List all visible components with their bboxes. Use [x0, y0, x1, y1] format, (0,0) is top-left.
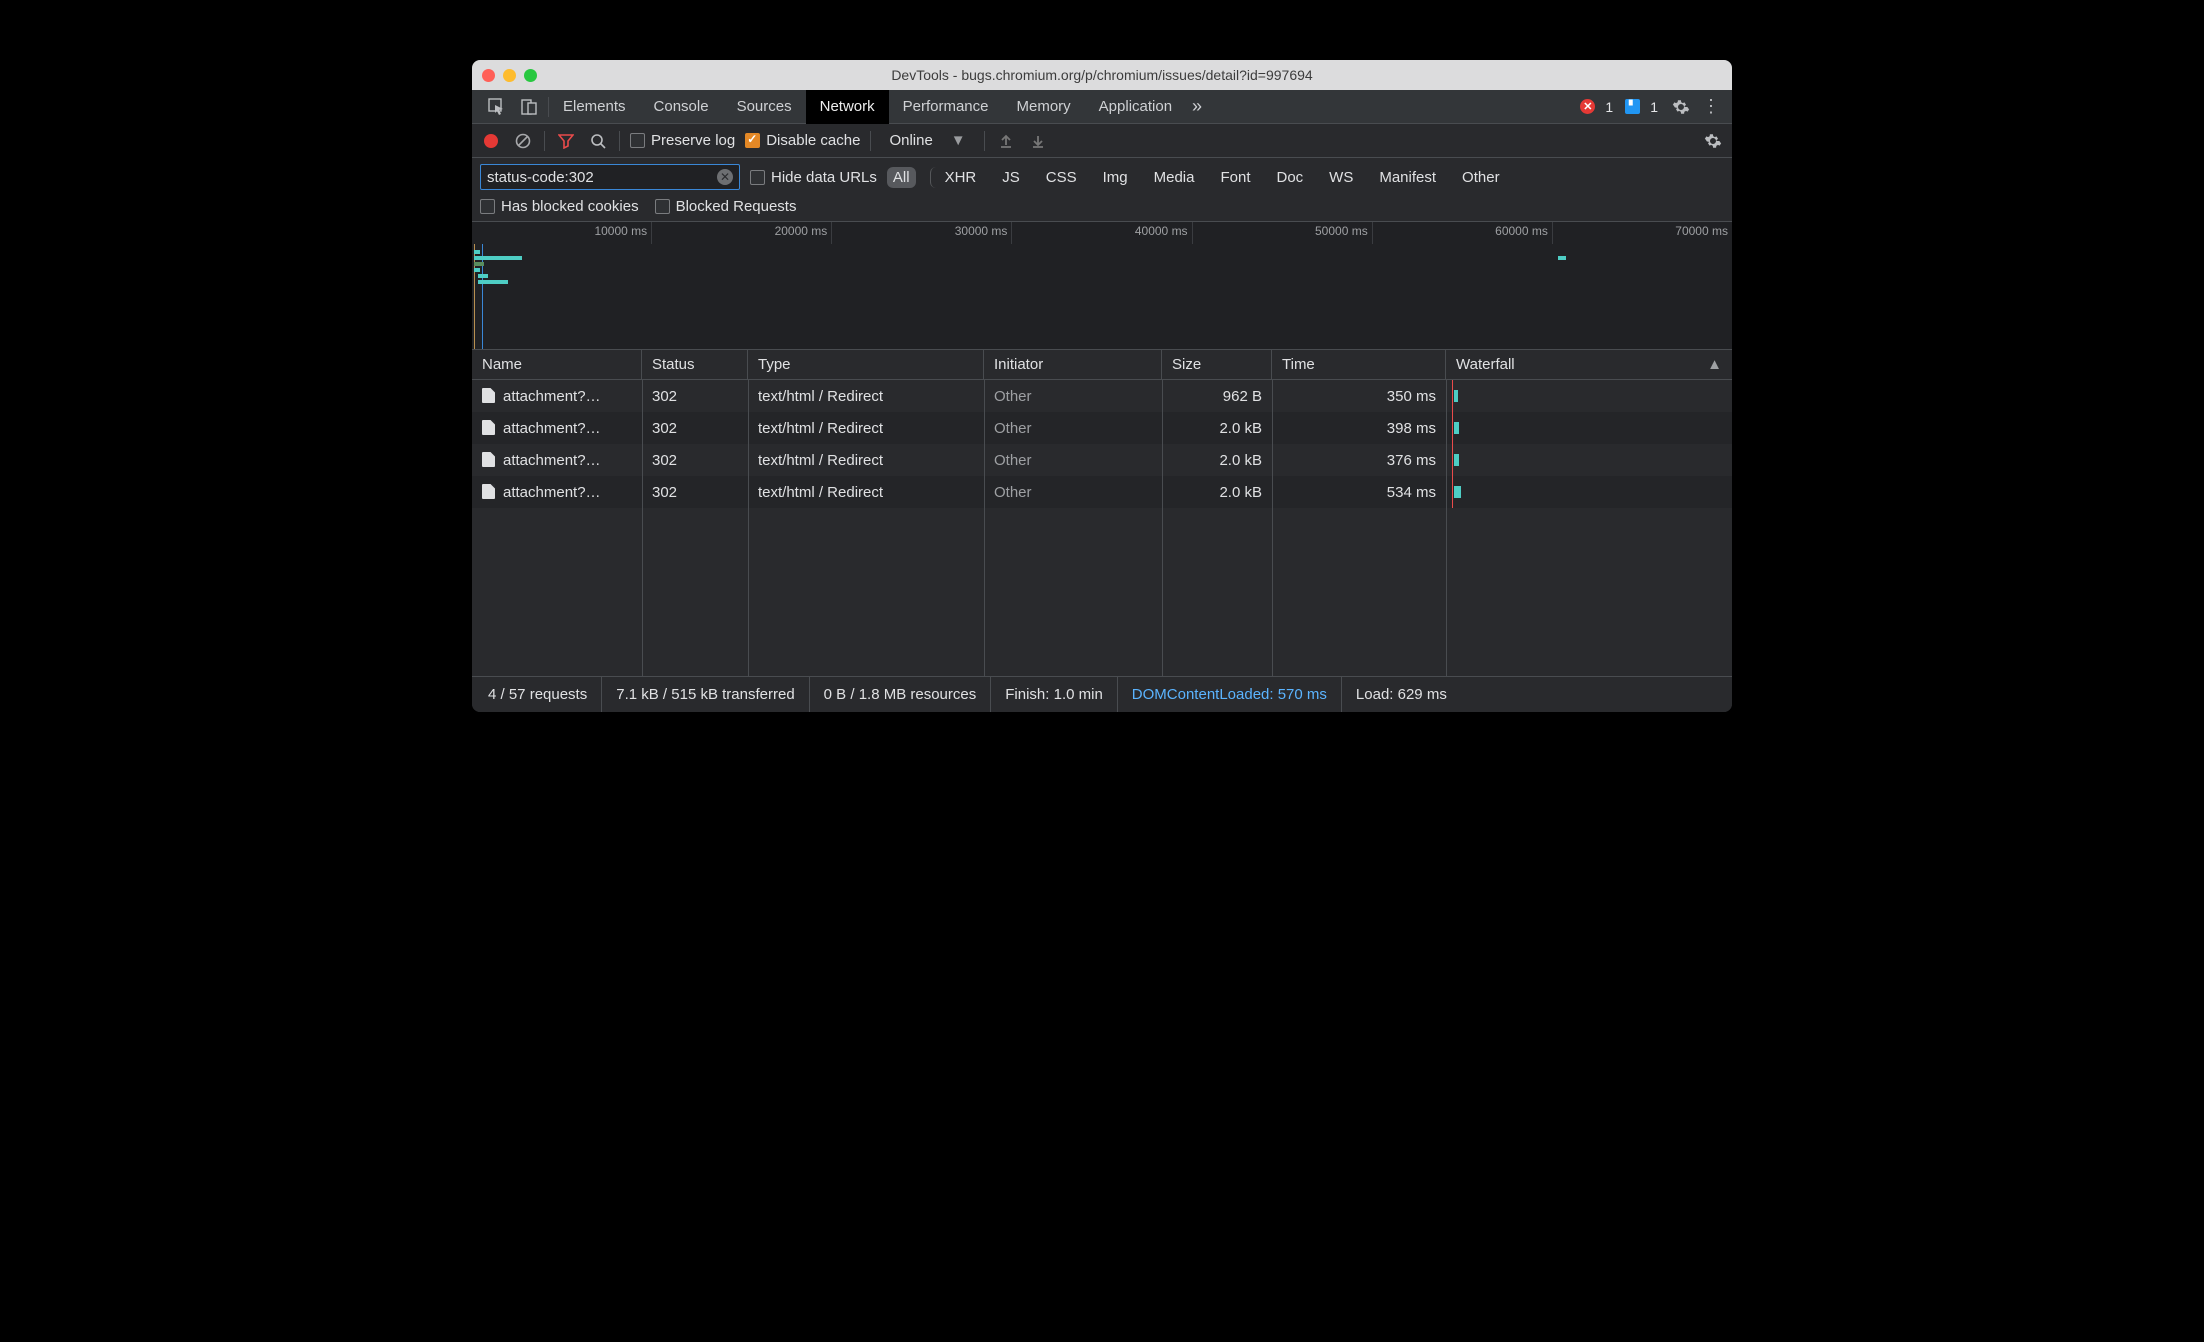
type-filter-media[interactable]: Media	[1148, 167, 1201, 188]
status-resources: 0 B / 1.8 MB resources	[810, 677, 992, 712]
col-header-size[interactable]: Size	[1162, 350, 1272, 379]
table-row[interactable]: attachment?… 302 text/html / Redirect Ot…	[472, 476, 1732, 508]
status-requests: 4 / 57 requests	[484, 677, 602, 712]
type-filter-js[interactable]: JS	[996, 167, 1026, 188]
separator	[544, 131, 545, 151]
message-count: 1	[1650, 99, 1658, 115]
tab-sources[interactable]: Sources	[723, 90, 806, 124]
preserve-log-checkbox[interactable]: Preserve log	[630, 132, 735, 149]
record-button[interactable]	[480, 130, 502, 152]
tab-elements[interactable]: Elements	[549, 90, 640, 124]
settings-gear-icon[interactable]	[1670, 96, 1692, 118]
type-filter-ws[interactable]: WS	[1323, 167, 1359, 188]
sort-indicator-icon: ▲	[1707, 356, 1722, 373]
network-settings-gear-icon[interactable]	[1702, 130, 1724, 152]
main-tabbar: Elements Console Sources Network Perform…	[472, 90, 1732, 124]
document-icon	[482, 484, 495, 499]
clear-filter-icon[interactable]: ✕	[717, 169, 733, 185]
document-icon	[482, 420, 495, 435]
devtools-window: DevTools - bugs.chromium.org/p/chromium/…	[472, 60, 1732, 712]
preserve-log-label: Preserve log	[651, 132, 735, 149]
filter-bar: ✕ Hide data URLs All XHR JS CSS Img Medi…	[472, 158, 1732, 222]
col-header-initiator[interactable]: Initiator	[984, 350, 1162, 379]
document-icon	[482, 388, 495, 403]
col-header-status[interactable]: Status	[642, 350, 748, 379]
disable-cache-checkbox[interactable]: Disable cache	[745, 132, 860, 149]
type-filter-manifest[interactable]: Manifest	[1373, 167, 1442, 188]
more-menu-icon[interactable]: ⋮	[1700, 96, 1722, 118]
separator	[870, 131, 871, 151]
separator	[984, 131, 985, 151]
type-filter-other[interactable]: Other	[1456, 167, 1506, 188]
type-filter-all[interactable]: All	[887, 167, 916, 188]
tab-network[interactable]: Network	[806, 90, 889, 124]
filter-input-wrap[interactable]: ✕	[480, 164, 740, 190]
hide-data-urls-label: Hide data URLs	[771, 169, 877, 186]
network-toolbar: Preserve log Disable cache Online ▼	[472, 124, 1732, 158]
type-filter-img[interactable]: Img	[1097, 167, 1134, 188]
error-count: 1	[1605, 99, 1613, 115]
clear-button[interactable]	[512, 130, 534, 152]
waterfall-cell	[1446, 476, 1732, 508]
network-table-header: Name Status Type Initiator Size Time Wat…	[472, 350, 1732, 380]
search-icon[interactable]	[587, 130, 609, 152]
hide-data-urls-checkbox[interactable]: Hide data URLs	[750, 169, 877, 186]
upload-har-icon[interactable]	[995, 130, 1017, 152]
window-title: DevTools - bugs.chromium.org/p/chromium/…	[472, 67, 1732, 83]
blocked-requests-label: Blocked Requests	[676, 198, 797, 215]
tab-memory[interactable]: Memory	[1003, 90, 1085, 124]
col-header-type[interactable]: Type	[748, 350, 984, 379]
disable-cache-label: Disable cache	[766, 132, 860, 149]
col-header-name[interactable]: Name	[472, 350, 642, 379]
col-header-time[interactable]: Time	[1272, 350, 1446, 379]
status-load: Load: 629 ms	[1342, 677, 1461, 712]
tick-label: 50000 ms	[1315, 224, 1368, 238]
network-table-body: attachment?… 302 text/html / Redirect Ot…	[472, 380, 1732, 676]
type-filter-doc[interactable]: Doc	[1270, 167, 1309, 188]
chevron-down-icon: ▼	[951, 132, 966, 149]
tick-label: 20000 ms	[775, 224, 828, 238]
status-finish: Finish: 1.0 min	[991, 677, 1118, 712]
col-header-waterfall[interactable]: Waterfall ▲	[1446, 350, 1732, 379]
separator	[619, 131, 620, 151]
status-transferred: 7.1 kB / 515 kB transferred	[602, 677, 809, 712]
tick-label: 70000 ms	[1675, 224, 1728, 238]
more-tabs-icon[interactable]: »	[1186, 96, 1208, 118]
waterfall-cell	[1446, 444, 1732, 476]
filter-toggle-icon[interactable]	[555, 130, 577, 152]
tick-label: 10000 ms	[594, 224, 647, 238]
throttling-select[interactable]: Online ▼	[881, 132, 973, 149]
blocked-requests-checkbox[interactable]: Blocked Requests	[655, 198, 797, 215]
type-filter-group: All XHR JS CSS Img Media Font Doc WS Man…	[887, 167, 1506, 188]
throttling-value: Online	[889, 132, 932, 149]
overview-bars	[472, 244, 1732, 349]
status-bar: 4 / 57 requests 7.1 kB / 515 kB transfer…	[472, 676, 1732, 712]
inspect-element-icon[interactable]	[486, 96, 508, 118]
has-blocked-cookies-label: Has blocked cookies	[501, 198, 639, 215]
tick-label: 60000 ms	[1495, 224, 1548, 238]
tick-label: 40000 ms	[1135, 224, 1188, 238]
waterfall-cell	[1446, 412, 1732, 444]
timeline-overview[interactable]: 10000 ms 20000 ms 30000 ms 40000 ms 5000…	[472, 222, 1732, 350]
filter-input[interactable]	[487, 169, 717, 186]
tab-console[interactable]: Console	[640, 90, 723, 124]
download-har-icon[interactable]	[1027, 130, 1049, 152]
has-blocked-cookies-checkbox[interactable]: Has blocked cookies	[480, 198, 639, 215]
device-toolbar-icon[interactable]	[518, 96, 540, 118]
tab-performance[interactable]: Performance	[889, 90, 1003, 124]
type-filter-css[interactable]: CSS	[1040, 167, 1083, 188]
error-badge-icon[interactable]: ✕	[1580, 99, 1595, 114]
message-badge-icon[interactable]: ▘	[1625, 99, 1640, 114]
type-filter-xhr[interactable]: XHR	[930, 167, 983, 188]
window-titlebar: DevTools - bugs.chromium.org/p/chromium/…	[472, 60, 1732, 90]
table-row[interactable]: attachment?… 302 text/html / Redirect Ot…	[472, 412, 1732, 444]
status-domcontentloaded: DOMContentLoaded: 570 ms	[1118, 677, 1342, 712]
tab-application[interactable]: Application	[1085, 90, 1186, 124]
type-filter-font[interactable]: Font	[1214, 167, 1256, 188]
table-row[interactable]: attachment?… 302 text/html / Redirect Ot…	[472, 380, 1732, 412]
document-icon	[482, 452, 495, 467]
tick-label: 30000 ms	[955, 224, 1008, 238]
table-row[interactable]: attachment?… 302 text/html / Redirect Ot…	[472, 444, 1732, 476]
waterfall-cell	[1446, 380, 1732, 412]
